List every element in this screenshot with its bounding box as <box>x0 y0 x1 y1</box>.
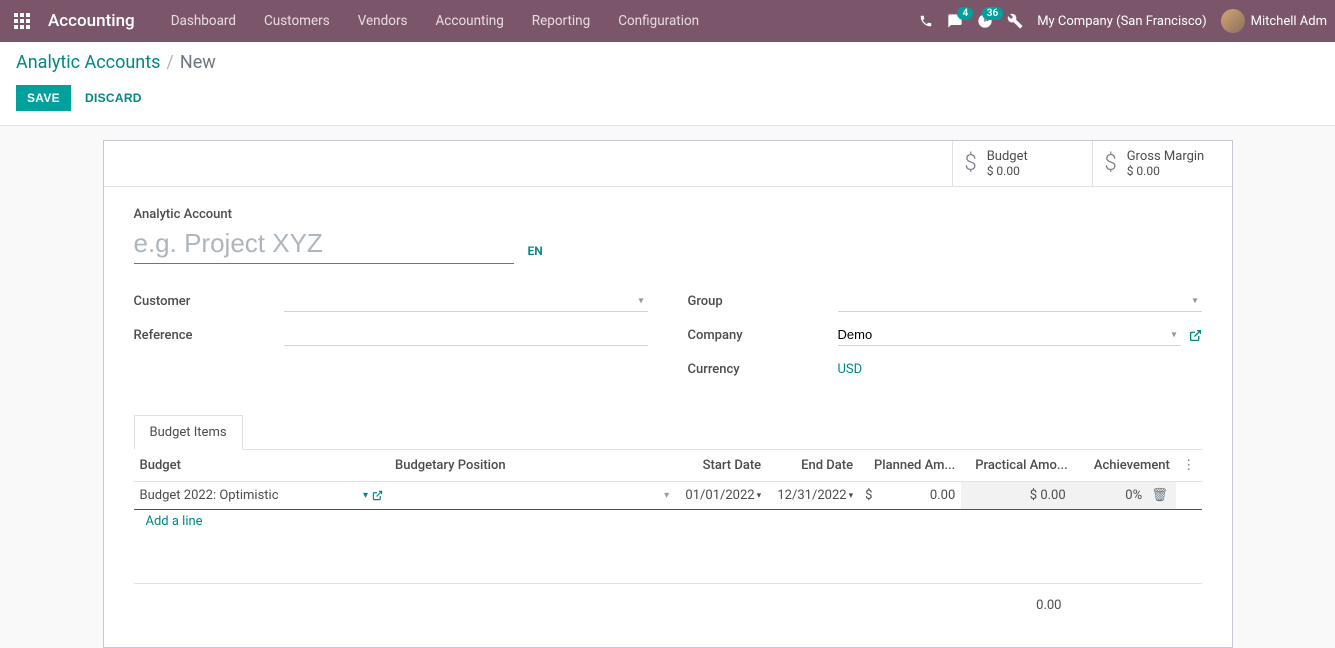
planned-value[interactable]: 0.00 <box>930 488 955 503</box>
currency-value[interactable]: USD <box>838 362 863 377</box>
stat-budget[interactable]: $ Budget $ 0.00 <box>952 141 1092 186</box>
avatar <box>1221 9 1245 33</box>
chevron-down-icon[interactable]: ▾ <box>757 491 762 501</box>
stat-margin[interactable]: $ Gross Margin $ 0.00 <box>1092 141 1232 186</box>
control-panel: Analytic Accounts / New SAVE DISCARD <box>0 42 1335 126</box>
stat-margin-value: $ 0.00 <box>1127 164 1205 178</box>
nav-configuration[interactable]: Configuration <box>604 3 713 39</box>
budget-cell[interactable]: Budget 2022: Optimistic <box>140 488 359 503</box>
dollar-icon: $ <box>965 151 977 176</box>
messages-icon[interactable]: 4 <box>947 13 963 29</box>
user-menu[interactable]: Mitchell Adm <box>1221 9 1327 33</box>
breadcrumb-parent[interactable]: Analytic Accounts <box>16 52 160 73</box>
stat-budget-value: $ 0.00 <box>987 164 1028 178</box>
nav-accounting[interactable]: Accounting <box>422 3 518 39</box>
company-input[interactable] <box>838 324 1181 346</box>
nav-customers[interactable]: Customers <box>250 3 344 39</box>
stat-budget-label: Budget <box>987 149 1028 164</box>
tab-budget-items[interactable]: Budget Items <box>134 415 243 450</box>
achievement-cell: 0% 🗑 <box>1074 482 1176 510</box>
start-date-cell[interactable]: 01/01/2022 <box>685 488 754 503</box>
reference-input[interactable] <box>284 324 648 346</box>
th-planned[interactable]: Planned Am... <box>859 450 961 482</box>
trash-icon[interactable]: 🗑 <box>1151 488 1168 503</box>
th-achievement[interactable]: Achievement <box>1074 450 1176 482</box>
customer-input[interactable] <box>284 290 648 312</box>
customer-label: Customer <box>134 294 284 309</box>
phone-icon[interactable] <box>919 14 933 28</box>
th-budgetary-position[interactable]: Budgetary Position <box>389 450 675 482</box>
activities-badge: 36 <box>982 7 1003 20</box>
chevron-down-icon[interactable]: ▾ <box>664 490 669 501</box>
analytic-account-label: Analytic Account <box>134 207 514 222</box>
nav-dashboard[interactable]: Dashboard <box>157 3 250 39</box>
budget-items-table: Budget Budgetary Position Start Date End… <box>134 450 1202 583</box>
stat-buttons: $ Budget $ 0.00 $ Gross Margin $ 0.00 <box>104 141 1232 187</box>
dollar-icon: $ <box>1105 151 1117 176</box>
messages-badge: 4 <box>957 7 973 20</box>
nav-menu: Dashboard Customers Vendors Accounting R… <box>157 3 713 39</box>
practical-cell: $ 0.00 <box>961 482 1073 510</box>
end-date-cell[interactable]: 12/31/2022 <box>777 488 846 503</box>
footer-total: 0.00 <box>134 583 1202 627</box>
lang-button[interactable]: EN <box>528 244 543 264</box>
add-line-link[interactable]: Add a line <box>140 508 209 535</box>
group-label: Group <box>688 294 838 309</box>
th-options-icon[interactable]: ⋮ <box>1176 450 1202 482</box>
user-name: Mitchell Adm <box>1251 14 1327 29</box>
stat-margin-label: Gross Margin <box>1127 149 1205 164</box>
app-title[interactable]: Accounting <box>48 11 135 31</box>
th-practical[interactable]: Practical Amo... <box>961 450 1073 482</box>
chevron-down-icon[interactable]: ▾ <box>849 491 854 501</box>
external-link-icon[interactable] <box>372 490 383 501</box>
apps-icon[interactable] <box>8 7 36 35</box>
tabs: Budget Items <box>134 414 1202 450</box>
external-link-icon[interactable] <box>1189 329 1202 342</box>
save-button[interactable]: SAVE <box>16 85 71 111</box>
planned-currency: $ <box>865 488 872 503</box>
currency-label: Currency <box>688 362 838 377</box>
company-label: Company <box>688 328 838 343</box>
group-input[interactable] <box>838 290 1202 312</box>
th-budget[interactable]: Budget <box>134 450 390 482</box>
th-end-date[interactable]: End Date <box>767 450 859 482</box>
nav-reporting[interactable]: Reporting <box>518 3 604 39</box>
tools-icon[interactable] <box>1007 13 1023 29</box>
breadcrumb-current: New <box>180 52 216 73</box>
company-switcher[interactable]: My Company (San Francisco) <box>1037 14 1206 29</box>
analytic-account-input[interactable] <box>134 226 514 264</box>
breadcrumb-sep: / <box>166 52 173 73</box>
chevron-down-icon[interactable]: ▾ <box>363 490 368 501</box>
activities-icon[interactable]: 36 <box>977 13 993 29</box>
form-sheet: $ Budget $ 0.00 $ Gross Margin $ 0.00 An… <box>103 140 1233 648</box>
th-start-date[interactable]: Start Date <box>675 450 767 482</box>
top-navbar: Accounting Dashboard Customers Vendors A… <box>0 0 1335 42</box>
breadcrumb: Analytic Accounts / New <box>16 52 1319 73</box>
discard-button[interactable]: DISCARD <box>75 86 152 110</box>
nav-vendors[interactable]: Vendors <box>344 3 422 39</box>
table-row: Budget 2022: Optimistic ▾ <box>134 482 1202 510</box>
reference-label: Reference <box>134 328 284 343</box>
